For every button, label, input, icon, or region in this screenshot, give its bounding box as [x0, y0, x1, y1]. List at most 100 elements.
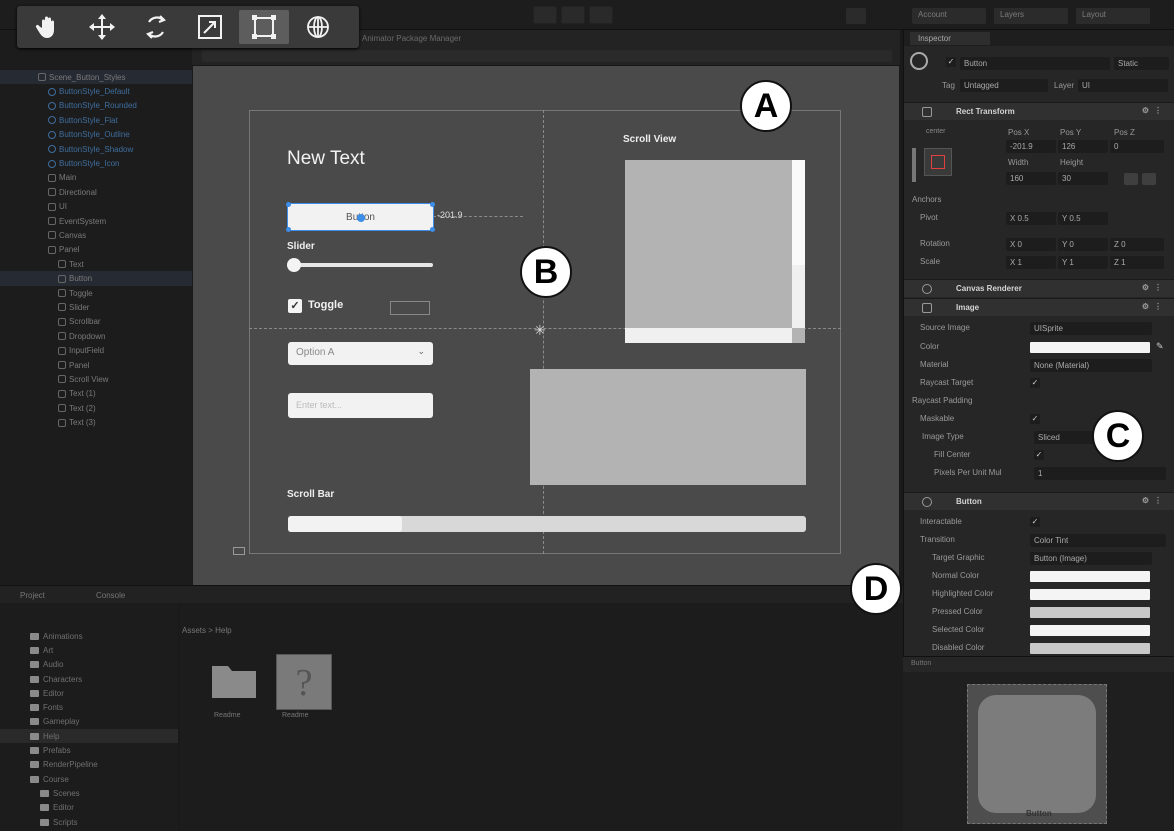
transform-tool-button[interactable] [293, 10, 343, 44]
step-button[interactable] [589, 6, 613, 24]
project-folder-item[interactable]: Editor [0, 801, 178, 815]
posy-field[interactable]: 126 [1058, 140, 1108, 153]
disabled-color-swatch[interactable] [1030, 643, 1150, 654]
raw-edit-button[interactable] [1142, 173, 1156, 185]
ui-scrollbar-thumb[interactable] [288, 516, 402, 532]
hierarchy-item[interactable]: Scroll View [0, 372, 192, 386]
resize-handle-tr[interactable] [430, 202, 435, 207]
ui-slider-handle[interactable] [287, 258, 301, 272]
scroll-view-vertical-scrollbar[interactable] [792, 160, 805, 328]
raycast-padding-row[interactable]: Raycast Padding [904, 393, 1174, 410]
hierarchy-item[interactable]: Panel [0, 358, 192, 372]
hierarchy-item[interactable]: Scrollbar [0, 315, 192, 329]
hierarchy-item[interactable]: Text (1) [0, 387, 192, 401]
rect-transform-header[interactable]: Rect Transform ⚙⋮ [904, 102, 1174, 120]
hierarchy-item[interactable]: UI [0, 200, 192, 214]
hierarchy-item[interactable]: ButtonStyle_Shadow [0, 142, 192, 156]
ui-toggle-checkbox[interactable]: ✓ [288, 299, 302, 313]
hierarchy-item[interactable]: ButtonStyle_Outline [0, 128, 192, 142]
rotate-tool-button[interactable] [131, 10, 181, 44]
pressed-color-swatch[interactable] [1030, 607, 1150, 618]
component-menu-icon[interactable]: ⚙⋮ [1142, 496, 1167, 505]
component-menu-icon[interactable]: ⚙⋮ [1142, 283, 1167, 292]
new-text-label[interactable]: New Text [287, 148, 365, 170]
object-name-field[interactable]: Button [960, 57, 1110, 70]
tab-project[interactable]: Project [20, 591, 45, 600]
ppu-field[interactable]: 1 [1034, 467, 1166, 480]
move-tool-button[interactable] [77, 10, 127, 44]
resize-handle-tl[interactable] [286, 202, 291, 207]
interactable-checkbox[interactable]: ✓ [1030, 517, 1040, 527]
material-field[interactable]: None (Material) [1030, 359, 1152, 372]
hierarchy-item[interactable]: Text [0, 257, 192, 271]
scale-z-field[interactable]: Z 1 [1110, 256, 1164, 269]
play-button[interactable] [533, 6, 557, 24]
image-type-dropdown[interactable]: Sliced [1034, 431, 1094, 444]
preview-header[interactable]: Button [903, 656, 1174, 672]
hierarchy-item[interactable]: ButtonStyle_Flat [0, 113, 192, 127]
button-component-header[interactable]: Button ⚙⋮ [904, 492, 1174, 510]
hierarchy-item[interactable]: ButtonStyle_Default [0, 84, 192, 98]
transition-dropdown[interactable]: Color Tint [1030, 534, 1166, 547]
ui-scrollbar[interactable] [288, 516, 806, 532]
scale-y-field[interactable]: Y 1 [1058, 256, 1108, 269]
target-graphic-field[interactable]: Button (Image) [1030, 552, 1152, 565]
hierarchy-item[interactable]: InputField [0, 343, 192, 357]
posx-field[interactable]: -201.9 [1006, 140, 1056, 153]
scroll-view-vertical-thumb[interactable] [792, 160, 805, 265]
highlighted-color-swatch[interactable] [1030, 589, 1150, 600]
breadcrumb[interactable]: Assets > Help [182, 626, 232, 635]
project-folder-item[interactable]: Scenes [0, 786, 178, 800]
blueprint-mode-button[interactable] [1124, 173, 1138, 185]
project-folder-item[interactable]: Gameplay [0, 715, 178, 729]
layout-dropdown[interactable]: Layout [1076, 8, 1150, 24]
pause-button[interactable] [561, 6, 585, 24]
image-header[interactable]: Image ⚙⋮ [904, 298, 1174, 316]
hierarchy-item[interactable]: Panel [0, 243, 192, 257]
rot-x-field[interactable]: X 0 [1006, 238, 1056, 251]
pivot-x-field[interactable]: X 0.5 [1006, 212, 1056, 225]
hierarchy-item[interactable]: Toggle [0, 286, 192, 300]
fill-center-checkbox[interactable]: ✓ [1034, 450, 1044, 460]
rot-y-field[interactable]: Y 0 [1058, 238, 1108, 251]
scene-view-options-bar[interactable] [202, 50, 892, 62]
source-image-field[interactable]: UISprite [1030, 322, 1152, 335]
project-folder-item[interactable]: Animations [0, 629, 178, 643]
color-swatch[interactable] [1030, 342, 1150, 353]
active-checkbox[interactable]: ✓ [946, 57, 956, 67]
project-folder-item[interactable]: Help [0, 729, 178, 744]
pivot-handle[interactable] [357, 214, 365, 222]
hierarchy-item[interactable]: Button [0, 271, 192, 286]
scene-view[interactable]: New Text Button -201.9 Slider ✓ Toggle O… [193, 66, 899, 585]
layers-dropdown[interactable]: Layers [994, 8, 1068, 24]
ui-input-field[interactable]: Enter text... [288, 393, 433, 418]
hierarchy-item[interactable]: Main [0, 171, 192, 185]
scene-tabs[interactable]: Animator Package Manager [362, 34, 461, 43]
component-menu-icon[interactable]: ⚙⋮ [1142, 106, 1167, 115]
layer-dropdown[interactable]: UI [1078, 79, 1168, 92]
hierarchy-item[interactable]: Canvas [0, 228, 192, 242]
hierarchy-item[interactable]: Slider [0, 300, 192, 314]
hierarchy-item[interactable]: Dropdown [0, 329, 192, 343]
anchors-row[interactable]: Anchors [904, 192, 1174, 209]
component-menu-icon[interactable]: ⚙⋮ [1142, 302, 1167, 311]
pivot-y-field[interactable]: Y 0.5 [1058, 212, 1108, 225]
hierarchy-item[interactable]: Directional [0, 185, 192, 199]
maskable-checkbox[interactable]: ✓ [1030, 414, 1040, 424]
raycast-target-checkbox[interactable]: ✓ [1030, 378, 1040, 388]
tab-inspector[interactable]: Inspector [910, 32, 990, 45]
project-folder-item[interactable]: RenderPipeline [0, 758, 178, 772]
anchor-preset-button[interactable] [924, 148, 952, 176]
eyedropper-icon[interactable]: ✎ [1156, 341, 1164, 352]
rot-z-field[interactable]: Z 0 [1110, 238, 1164, 251]
project-folder-item[interactable]: Characters [0, 672, 178, 686]
selected-color-swatch[interactable] [1030, 625, 1150, 636]
ui-dropdown[interactable]: Option A ⌄ [288, 342, 433, 365]
hierarchy-item[interactable]: Scene_Button_Styles [0, 70, 192, 85]
scale-tool-button[interactable] [185, 10, 235, 44]
resize-handle-br[interactable] [430, 227, 435, 232]
project-folder-item[interactable]: Editor [0, 686, 178, 700]
normal-color-swatch[interactable] [1030, 571, 1150, 582]
resize-handle-bl[interactable] [286, 227, 291, 232]
posz-field[interactable]: 0 [1110, 140, 1164, 153]
